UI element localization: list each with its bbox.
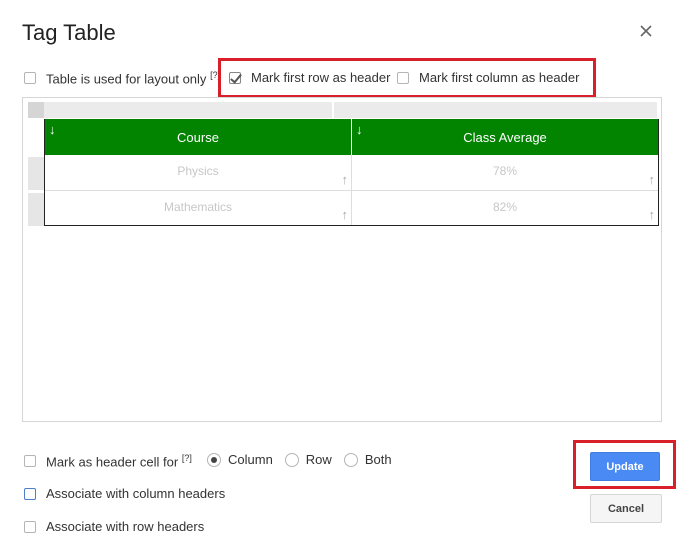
mark-header-cell-checkbox[interactable] xyxy=(24,455,36,468)
first-col-header-checkbox[interactable] xyxy=(397,71,409,84)
table-cell[interactable]: Mathematics ↑ xyxy=(45,191,351,225)
header-cell-text: Course xyxy=(177,129,219,145)
assoc-row-headers-label: Associate with row headers xyxy=(46,519,205,534)
first-col-header-label: Mark first column as header xyxy=(419,70,580,85)
radio-label: Both xyxy=(364,452,392,467)
table-cell[interactable]: Physics ↑ xyxy=(45,155,351,190)
header-cell[interactable]: ↓ Class Average xyxy=(351,119,658,155)
row-handle[interactable] xyxy=(28,157,44,190)
dialog-title: Tag Table xyxy=(22,20,116,45)
arrow-down-icon[interactable]: ↓ xyxy=(49,122,56,137)
cell-text: 82% xyxy=(492,199,518,214)
mark-header-cell-help[interactable]: [?] xyxy=(182,453,192,463)
cell-text: 78% xyxy=(492,164,518,178)
radio-both[interactable]: Both xyxy=(343,452,392,467)
radio-button[interactable] xyxy=(343,452,358,467)
cell-text: Physics xyxy=(177,164,219,178)
arrow-up-icon[interactable]: ↑ xyxy=(342,172,349,187)
table-row: Physics ↑ 78% ↑ xyxy=(45,155,658,190)
radio-row[interactable]: Row xyxy=(284,452,332,467)
arrow-up-icon[interactable]: ↑ xyxy=(649,207,656,222)
select-all-handle[interactable] xyxy=(28,102,44,118)
table-cell[interactable]: 82% ↑ xyxy=(351,191,658,225)
update-button[interactable]: Update xyxy=(590,452,660,481)
assoc-column-headers-label: Associate with column headers xyxy=(46,486,226,501)
table-editor: ↓ Course ↓ Class Average Physics ↑ 78% ↑… xyxy=(22,97,662,422)
column-handle-bar[interactable] xyxy=(28,102,657,118)
column-separator xyxy=(332,102,334,118)
assoc-column-headers-option[interactable]: Associate with column headers xyxy=(24,486,225,501)
first-row-header-checkbox[interactable] xyxy=(229,71,241,84)
assoc-row-headers-option[interactable]: Associate with row headers xyxy=(24,519,204,534)
header-scope-radio-group: Column Row Both xyxy=(207,452,396,467)
arrow-up-icon[interactable]: ↑ xyxy=(649,172,656,187)
cell-text: Mathematics xyxy=(163,199,233,214)
table-cell[interactable]: 78% ↑ xyxy=(351,155,658,190)
assoc-row-headers-checkbox[interactable] xyxy=(24,520,36,533)
radio-column[interactable]: Column xyxy=(207,452,273,467)
first-row-header-option[interactable]: Mark first row as header xyxy=(229,70,390,85)
layout-only-checkbox[interactable] xyxy=(24,72,36,85)
close-icon[interactable] xyxy=(637,22,655,40)
table-row: Mathematics ↑ 82% ↑ xyxy=(45,190,658,225)
radio-label: Column xyxy=(228,452,273,467)
first-col-header-option[interactable]: Mark first column as header xyxy=(397,70,579,85)
header-cell-text: Class Average xyxy=(463,129,547,145)
assoc-column-headers-checkbox[interactable] xyxy=(24,487,36,500)
mark-header-cell-label: Mark as header cell for xyxy=(46,454,179,470)
radio-button[interactable] xyxy=(284,452,299,467)
radio-label: Row xyxy=(305,452,332,467)
cancel-button[interactable]: Cancel xyxy=(590,494,662,523)
layout-only-option[interactable]: Table is used for layout only [?] xyxy=(24,70,220,86)
row-handle[interactable] xyxy=(28,193,44,226)
mark-header-cell-option[interactable]: Mark as header cell for [?] xyxy=(24,453,192,469)
header-row: ↓ Course ↓ Class Average xyxy=(45,119,658,155)
radio-button[interactable] xyxy=(207,452,221,467)
data-table: ↓ Course ↓ Class Average Physics ↑ 78% ↑… xyxy=(44,119,659,226)
arrow-up-icon[interactable]: ↑ xyxy=(342,207,349,222)
first-row-header-label: Mark first row as header xyxy=(251,70,391,85)
header-cell[interactable]: ↓ Course xyxy=(45,119,351,155)
layout-only-label: Table is used for layout only xyxy=(46,71,207,87)
arrow-down-icon[interactable]: ↓ xyxy=(356,122,363,137)
